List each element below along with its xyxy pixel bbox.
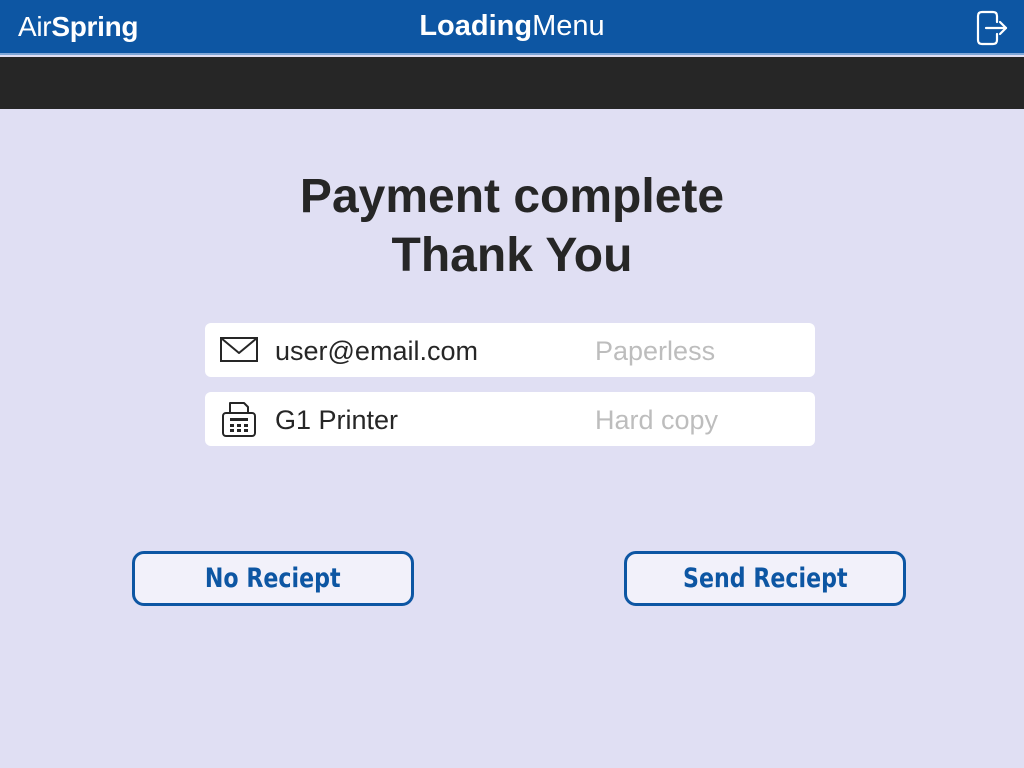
hard-copy-hint: Hard copy [595,405,719,435]
email-receipt-option[interactable]: user@email.com Paperless [205,323,815,377]
title-light: Menu [532,10,605,42]
send-receipt-button[interactable]: Send Reciept [624,551,906,606]
title-bold: Loading [419,10,533,42]
thank-you-heading: Thank You [391,229,633,282]
payment-heading: Payment complete [299,170,725,223]
top-bar: AirSpring LoadingMenu [0,0,1024,55]
email-value: user@email.com [275,336,478,366]
printer-icon [219,400,259,438]
printer-receipt-option[interactable]: G1 Printer Hard copy [205,392,815,446]
sub-toolbar [0,57,1024,109]
logout-icon [976,10,1008,46]
no-receipt-label: No Reciept [205,563,341,594]
logout-button[interactable] [975,9,1009,47]
no-receipt-button[interactable]: No Reciept [132,551,414,606]
send-receipt-label: Send Reciept [682,563,848,594]
page-title: LoadingMenu [0,9,1024,43]
paperless-hint: Paperless [595,336,716,366]
envelope-icon [219,331,259,369]
printer-value: G1 Printer [275,405,399,435]
